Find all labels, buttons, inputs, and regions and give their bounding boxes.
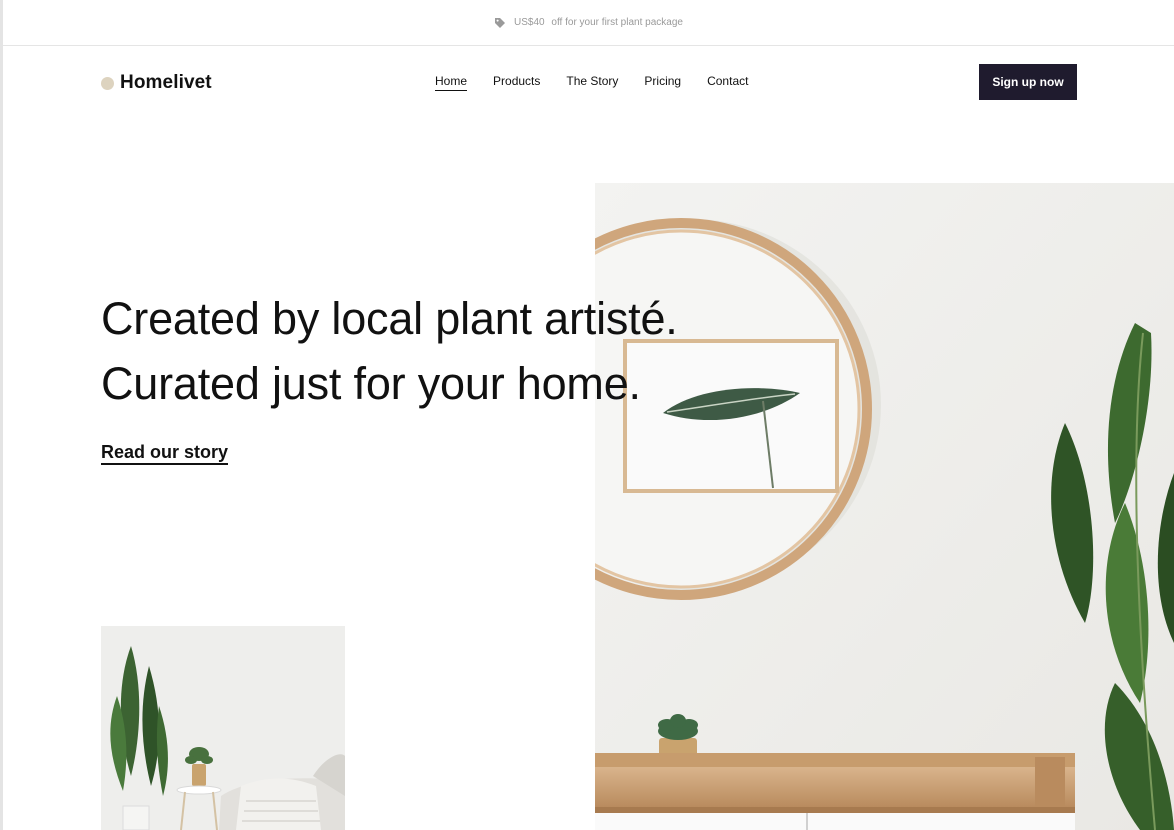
hero-title: Created by local plant artisté. Curated …	[101, 286, 741, 416]
tag-icon	[494, 17, 506, 29]
hero-title-line-2: Curated just for your home.	[101, 358, 641, 409]
main-nav: Home Products The Story Pricing Contact	[435, 74, 748, 91]
sign-up-button[interactable]: Sign up now	[979, 64, 1077, 100]
nav-item-products[interactable]: Products	[493, 74, 540, 91]
nav-item-pricing[interactable]: Pricing	[644, 74, 681, 91]
brand-logo[interactable]: Homelivet	[101, 71, 212, 95]
promo-text: off for your first plant package	[551, 17, 683, 28]
brand-dot-icon	[101, 76, 114, 90]
hero-title-line-1: Created by local plant artisté.	[101, 293, 678, 344]
brand-name: Homelivet	[120, 72, 212, 93]
promo-bar: US$40 off for your first plant package	[3, 0, 1174, 46]
window-edge	[0, 0, 3, 830]
promo-amount: US$40	[514, 17, 545, 28]
nav-item-contact[interactable]: Contact	[707, 74, 748, 91]
nav-item-the-story[interactable]: The Story	[566, 74, 618, 91]
living-room-thumbnail-image	[101, 626, 345, 830]
nav-item-home[interactable]: Home	[435, 74, 468, 91]
read-our-story-link[interactable]: Read our story	[101, 442, 229, 465]
landing-page: US$40 off for your first plant package H…	[0, 0, 1174, 830]
hero-image	[595, 183, 1174, 830]
